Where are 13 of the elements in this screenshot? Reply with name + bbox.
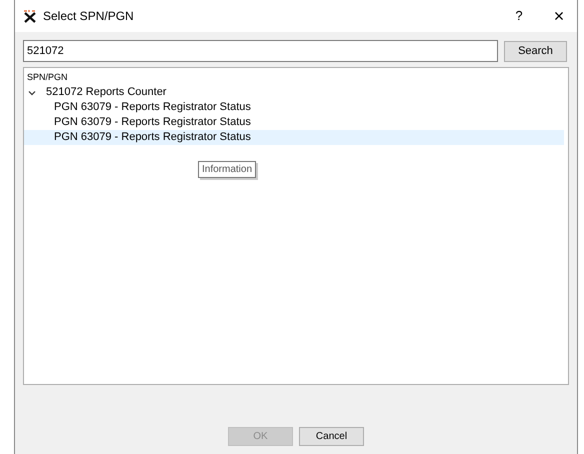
tree-item[interactable]: PGN 63079 - Reports Registrator Status — [54, 99, 251, 116]
window-title: Select SPN/PGN — [43, 8, 134, 25]
search-field[interactable]: 521072 — [23, 40, 498, 62]
chevron-icon[interactable] — [28, 88, 36, 96]
column-header: SPN/PGN — [26, 71, 69, 84]
close-button[interactable]: × — [549, 7, 569, 25]
search-button[interactable]: Search — [504, 40, 567, 62]
tree-item[interactable]: 521072 Reports Counter — [46, 84, 166, 101]
tree-item[interactable]: PGN 63079 - Reports Registrator Status — [54, 114, 251, 131]
cancel-button[interactable]: Cancel — [299, 427, 364, 446]
tools-icon — [23, 9, 37, 23]
tooltip: Information — [198, 161, 256, 178]
help-button[interactable]: ? — [509, 6, 529, 26]
